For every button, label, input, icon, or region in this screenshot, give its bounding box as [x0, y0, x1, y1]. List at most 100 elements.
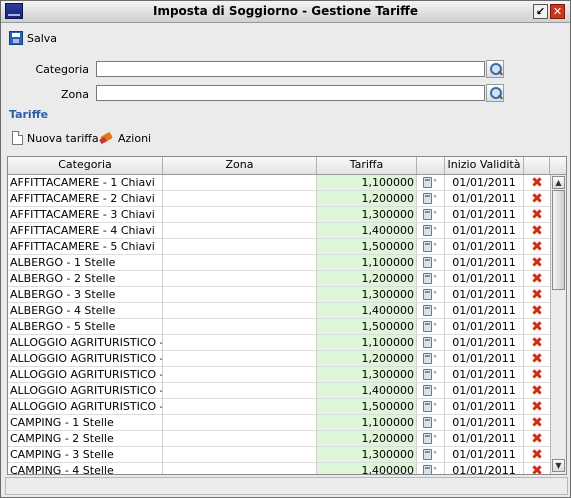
cell-tariffa[interactable]: 1,200000	[317, 431, 417, 447]
table-row[interactable]: CAMPING - 2 Stelle 1,200000 ° 01/01/2011 ✖	[8, 431, 550, 447]
cell-delete[interactable]: ✖	[524, 463, 550, 474]
cell-calc[interactable]: °	[417, 415, 445, 431]
cell-calc[interactable]: °	[417, 271, 445, 287]
scroll-up-button[interactable]: ▲	[552, 176, 565, 189]
delete-icon[interactable]: ✖	[530, 272, 544, 286]
cell-tariffa[interactable]: 1,300000	[317, 447, 417, 463]
cell-calc[interactable]: °	[417, 255, 445, 271]
calculator-icon[interactable]	[423, 385, 432, 396]
calculator-icon[interactable]	[423, 241, 432, 252]
delete-icon[interactable]: ✖	[530, 384, 544, 398]
cell-calc[interactable]: °	[417, 367, 445, 383]
cell-delete[interactable]: ✖	[524, 303, 550, 319]
cell-delete[interactable]: ✖	[524, 287, 550, 303]
calculator-icon[interactable]	[423, 433, 432, 444]
cell-delete[interactable]: ✖	[524, 223, 550, 239]
calculator-icon[interactable]	[423, 401, 432, 412]
close-button[interactable]: ✕	[550, 4, 565, 19]
calculator-icon[interactable]	[423, 449, 432, 460]
table-row[interactable]: ALBERGO - 2 Stelle 1,200000 ° 01/01/2011 ✖	[8, 271, 550, 287]
categoria-field[interactable]	[96, 61, 485, 77]
cell-delete[interactable]: ✖	[524, 431, 550, 447]
cell-calc[interactable]: °	[417, 287, 445, 303]
table-row[interactable]: ALLOGGIO AGRITURISTICO - 3 1,300000 ° 01/01…	[8, 367, 550, 383]
calculator-icon[interactable]	[423, 417, 432, 428]
calculator-icon[interactable]	[423, 257, 432, 268]
table-row[interactable]: ALLOGGIO AGRITURISTICO - 5 1,500000 ° 01/01…	[8, 399, 550, 415]
delete-icon[interactable]: ✖	[530, 352, 544, 366]
calculator-icon[interactable]	[423, 353, 432, 364]
title-bar[interactable]: Imposta di Soggiorno - Gestione Tariffe …	[1, 1, 570, 23]
cell-calc[interactable]: °	[417, 335, 445, 351]
zona-field[interactable]	[96, 85, 485, 101]
table-row[interactable]: ALLOGGIO AGRITURISTICO - 2 1,200000 ° 01/01…	[8, 351, 550, 367]
save-button[interactable]: Salva	[9, 31, 57, 45]
cell-delete[interactable]: ✖	[524, 415, 550, 431]
calculator-icon[interactable]	[423, 273, 432, 284]
delete-icon[interactable]: ✖	[530, 464, 544, 474]
delete-icon[interactable]: ✖	[530, 416, 544, 430]
cell-tariffa[interactable]: 1,500000	[317, 399, 417, 415]
cell-delete[interactable]: ✖	[524, 207, 550, 223]
delete-icon[interactable]: ✖	[530, 448, 544, 462]
cell-delete[interactable]: ✖	[524, 399, 550, 415]
cell-delete[interactable]: ✖	[524, 447, 550, 463]
cell-delete[interactable]: ✖	[524, 271, 550, 287]
cell-calc[interactable]: °	[417, 223, 445, 239]
vertical-scrollbar[interactable]: ▲ ▼	[550, 175, 566, 474]
header-delete[interactable]	[524, 157, 550, 174]
table-row[interactable]: AFFITTACAMERE - 2 Chiavi 1,200000 ° 01/01/2…	[8, 191, 550, 207]
cell-delete[interactable]: ✖	[524, 335, 550, 351]
calculator-icon[interactable]	[423, 321, 432, 332]
cell-calc[interactable]: °	[417, 191, 445, 207]
delete-icon[interactable]: ✖	[530, 240, 544, 254]
scroll-thumb[interactable]	[552, 190, 565, 290]
cell-delete[interactable]: ✖	[524, 319, 550, 335]
cell-delete[interactable]: ✖	[524, 351, 550, 367]
cell-delete[interactable]: ✖	[524, 239, 550, 255]
calculator-icon[interactable]	[423, 193, 432, 204]
delete-icon[interactable]: ✖	[530, 224, 544, 238]
header-calc[interactable]	[417, 157, 445, 174]
table-row[interactable]: AFFITTACAMERE - 1 Chiavi 1,100000 ° 01/01/2…	[8, 175, 550, 191]
table-row[interactable]: ALLOGGIO AGRITURISTICO - 1 1,100000 ° 01/01…	[8, 335, 550, 351]
delete-icon[interactable]: ✖	[530, 192, 544, 206]
cell-delete[interactable]: ✖	[524, 175, 550, 191]
table-row[interactable]: CAMPING - 3 Stelle 1,300000 ° 01/01/2011 ✖	[8, 447, 550, 463]
delete-icon[interactable]: ✖	[530, 176, 544, 190]
cell-delete[interactable]: ✖	[524, 367, 550, 383]
cell-calc[interactable]: °	[417, 383, 445, 399]
cell-tariffa[interactable]: 1,400000	[317, 303, 417, 319]
cell-tariffa[interactable]: 1,300000	[317, 207, 417, 223]
cell-calc[interactable]: °	[417, 351, 445, 367]
restore-button[interactable]: ↙	[533, 4, 548, 19]
table-row[interactable]: ALBERGO - 5 Stelle 1,500000 ° 01/01/2011 ✖	[8, 319, 550, 335]
cell-tariffa[interactable]: 1,400000	[317, 223, 417, 239]
cell-tariffa[interactable]: 1,200000	[317, 351, 417, 367]
table-row[interactable]: AFFITTACAMERE - 5 Chiavi 1,500000 ° 01/01/2…	[8, 239, 550, 255]
zona-search-button[interactable]	[486, 84, 504, 102]
table-row[interactable]: CAMPING - 1 Stelle 1,100000 ° 01/01/2011 ✖	[8, 415, 550, 431]
cell-calc[interactable]: °	[417, 431, 445, 447]
cell-tariffa[interactable]: 1,400000	[317, 383, 417, 399]
header-zona[interactable]: Zona	[163, 157, 317, 174]
table-row[interactable]: ALBERGO - 4 Stelle 1,400000 ° 01/01/2011 ✖	[8, 303, 550, 319]
cell-calc[interactable]: °	[417, 175, 445, 191]
scroll-down-button[interactable]: ▼	[552, 459, 565, 472]
delete-icon[interactable]: ✖	[530, 288, 544, 302]
cell-tariffa[interactable]: 1,100000	[317, 415, 417, 431]
cell-tariffa[interactable]: 1,200000	[317, 271, 417, 287]
cell-tariffa[interactable]: 1,400000	[317, 463, 417, 474]
cell-calc[interactable]: °	[417, 319, 445, 335]
header-categoria[interactable]: Categoria	[8, 157, 163, 174]
calculator-icon[interactable]	[423, 225, 432, 236]
delete-icon[interactable]: ✖	[530, 432, 544, 446]
cell-tariffa[interactable]: 1,100000	[317, 335, 417, 351]
cell-tariffa[interactable]: 1,100000	[317, 255, 417, 271]
delete-icon[interactable]: ✖	[530, 208, 544, 222]
calculator-icon[interactable]	[423, 369, 432, 380]
cell-tariffa[interactable]: 1,500000	[317, 239, 417, 255]
cell-delete[interactable]: ✖	[524, 383, 550, 399]
cell-tariffa[interactable]: 1,300000	[317, 367, 417, 383]
header-tariffa[interactable]: Tariffa	[317, 157, 417, 174]
